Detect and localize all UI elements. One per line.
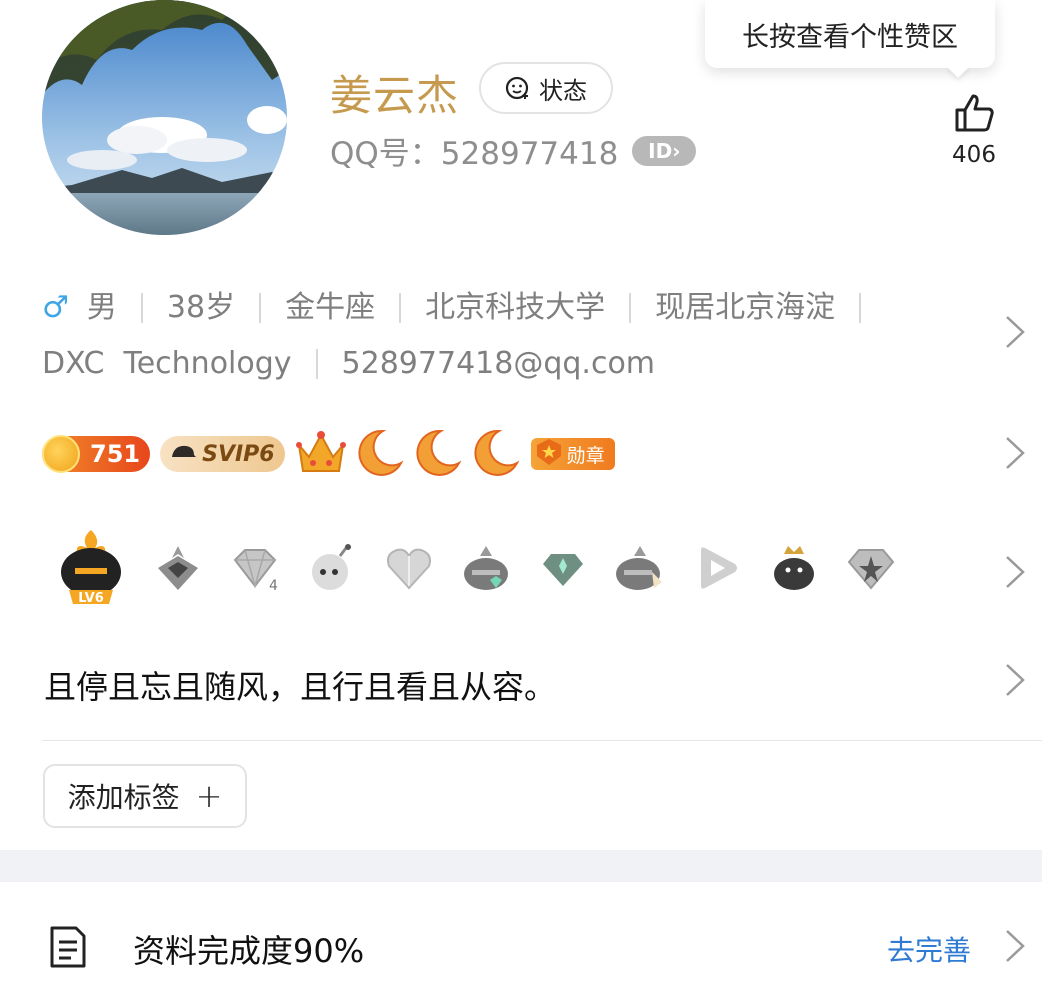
lv6-penguin-icon: LV6 (55, 528, 127, 608)
svip-label: SVIP6 (202, 441, 275, 467)
smiley-plus-icon (505, 75, 531, 101)
profile-completion-row[interactable]: 资料完成度90% 去完善 (0, 882, 1042, 981)
section-divider (42, 740, 1042, 741)
moon-icon (473, 427, 521, 481)
medal-badge: 勋章 (530, 438, 615, 471)
id-badge[interactable]: ID › (632, 135, 697, 166)
penguin-gem-icon (152, 542, 204, 594)
chevron-right-icon[interactable] (1004, 928, 1026, 964)
document-icon (46, 924, 90, 970)
sun-coin-icon (42, 435, 80, 473)
section-separator (0, 850, 1042, 882)
star-shield-icon (535, 438, 563, 471)
status-button[interactable]: 状态 (479, 62, 613, 114)
divider (629, 293, 632, 323)
divider (259, 293, 262, 323)
like-count: 406 (952, 142, 996, 168)
info-location: 现居北京海淀 (655, 290, 836, 325)
green-diamond-icon (537, 542, 589, 594)
diamond-4-icon: 4 (229, 542, 281, 594)
like-button[interactable] (944, 90, 1004, 140)
divider (859, 293, 862, 323)
level-number: 751 (90, 440, 141, 468)
status-label: 状态 (539, 76, 587, 105)
divider (315, 349, 318, 379)
chevron-right-icon[interactable] (1004, 554, 1026, 590)
medal-label: 勋章 (566, 444, 605, 467)
achievement-icons-row[interactable]: LV6 4 (55, 528, 897, 608)
penguin-crown-icon (768, 542, 820, 594)
complete-profile-link[interactable]: 去完善 (887, 929, 971, 969)
svg-text:4: 4 (269, 578, 278, 594)
play-icon (691, 542, 743, 594)
chevron-right-icon: › (672, 138, 681, 163)
helmet-icon (170, 442, 197, 467)
badges-row[interactable]: 751 SVIP6 勋章 (42, 425, 615, 483)
info-row-1: ♂ 男 38岁 金牛座 北京科技大学 现居北京海淀 (42, 280, 962, 336)
moon-icon (415, 427, 463, 481)
level-badge: 751 (42, 435, 151, 473)
chevron-right-icon[interactable] (1004, 314, 1026, 350)
info-zodiac: 金牛座 (285, 290, 376, 325)
info-email: 528977418@qq.com (341, 346, 656, 381)
divider (140, 293, 143, 323)
avatar[interactable] (42, 0, 287, 235)
info-school: 北京科技大学 (425, 290, 606, 325)
penguin-green-gem-icon (460, 542, 512, 594)
male-icon: ♂ (42, 290, 69, 325)
penguin-feather-icon (614, 542, 666, 594)
divider (399, 293, 402, 323)
info-gender: 男 (86, 290, 117, 325)
signature-text[interactable]: 且停且忘且随风，且行且看且从容。 (44, 662, 556, 708)
tooltip-arrow (946, 66, 970, 78)
qq-number: QQ号：528977418 ID › (330, 128, 697, 173)
svip-badge: SVIP6 (160, 436, 285, 472)
profile-info[interactable]: ♂ 男 38岁 金牛座 北京科技大学 现居北京海淀 DXC Technology… (42, 280, 962, 392)
svg-text:LV6: LV6 (78, 591, 104, 606)
heart-gem-icon (383, 542, 435, 594)
add-tag-label: 添加标签 (67, 781, 180, 814)
chevron-right-icon[interactable] (1004, 662, 1026, 698)
like-tooltip: 长按查看个性赞区 (705, 0, 995, 68)
silver-star-gem-icon (845, 542, 897, 594)
completion-text: 资料完成度90% (133, 932, 365, 970)
chevron-right-icon[interactable] (1004, 435, 1026, 471)
moon-icon (357, 427, 405, 481)
plus-icon: + (195, 777, 223, 815)
thumbs-up-icon (951, 94, 997, 140)
bomb-face-icon (306, 542, 358, 594)
add-tag-button[interactable]: 添加标签 + (43, 764, 247, 828)
info-company: DXC Technology (42, 346, 292, 381)
qq-number-text: QQ号：528977418 (330, 136, 619, 172)
profile-name: 姜云杰 (330, 71, 460, 120)
crown-icon (295, 427, 347, 481)
info-age: 38岁 (166, 290, 236, 325)
info-row-2: DXC Technology 528977418@qq.com (42, 336, 962, 392)
